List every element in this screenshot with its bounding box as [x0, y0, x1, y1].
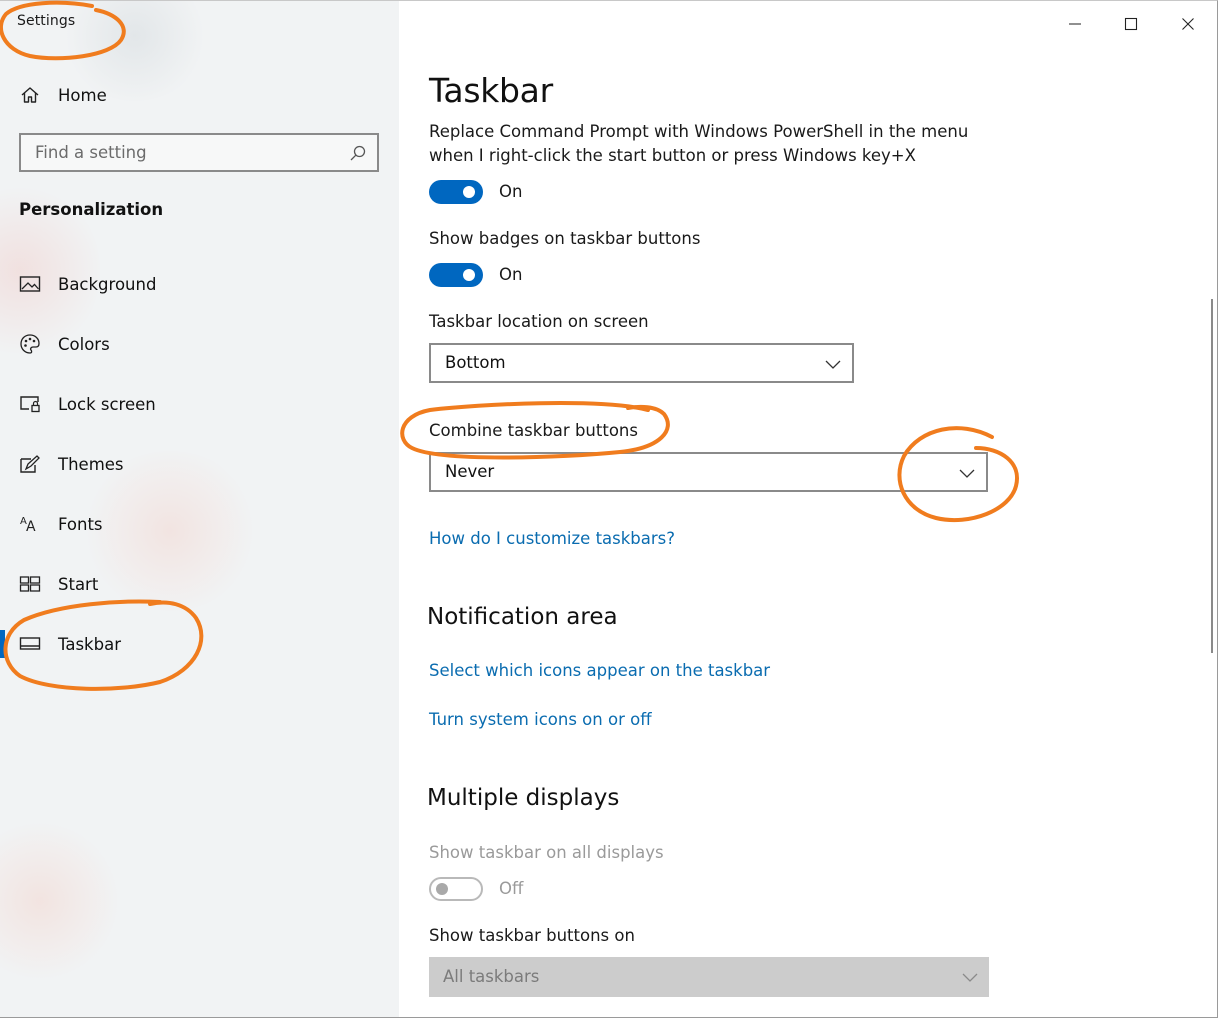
combine-label: Combine taskbar buttons — [429, 421, 638, 440]
home-icon — [19, 84, 41, 106]
sidebar-item-label: Colors — [58, 334, 110, 354]
section-heading: Personalization — [19, 200, 164, 219]
all-displays-toggle[interactable] — [429, 877, 483, 901]
search-box[interactable] — [19, 133, 379, 172]
palette-icon — [19, 333, 41, 355]
close-icon — [1182, 18, 1194, 30]
badges-state: On — [499, 265, 523, 284]
badges-toggle[interactable] — [429, 263, 483, 287]
sidebar-item-label: Start — [58, 574, 99, 594]
chevron-down-icon — [962, 973, 978, 982]
all-displays-state: Off — [499, 879, 524, 898]
buttons-on-value: All taskbars — [443, 967, 540, 986]
combine-value: Never — [445, 462, 495, 481]
sidebar-item-label: Fonts — [58, 514, 103, 534]
sidebar-item-label: Lock screen — [58, 394, 156, 414]
minimize-button[interactable] — [1055, 9, 1095, 39]
powershell-toggle[interactable] — [429, 180, 483, 204]
search-input[interactable] — [21, 135, 355, 170]
sidebar-item-label: Taskbar — [58, 634, 121, 654]
powershell-state: On — [499, 182, 523, 201]
lock-screen-icon — [19, 393, 41, 415]
sidebar-item-lock-screen[interactable]: Lock screen — [0, 384, 399, 424]
chevron-down-icon — [959, 469, 975, 478]
picture-icon — [19, 273, 41, 295]
location-label: Taskbar location on screen — [429, 312, 649, 331]
sidebar-item-start[interactable]: Start — [0, 564, 399, 604]
buttons-on-dropdown[interactable]: All taskbars — [429, 957, 989, 997]
acrylic-blur — [0, 821, 120, 981]
close-button[interactable] — [1168, 9, 1208, 39]
settings-window: Settings Home Personalization Background — [0, 0, 1218, 1018]
sidebar-item-home[interactable]: Home — [0, 79, 399, 111]
sidebar-item-label: Home — [58, 85, 107, 105]
notification-area-heading: Notification area — [427, 604, 618, 630]
customize-taskbars-link[interactable]: How do I customize taskbars? — [429, 529, 675, 548]
sidebar-item-colors[interactable]: Colors — [0, 324, 399, 364]
chevron-down-icon — [825, 360, 841, 369]
multiple-displays-heading: Multiple displays — [427, 785, 620, 811]
maximize-button[interactable] — [1111, 9, 1151, 39]
select-icons-link[interactable]: Select which icons appear on the taskbar — [429, 661, 770, 680]
svg-text:A: A — [26, 519, 36, 534]
sidebar-item-taskbar[interactable]: Taskbar — [0, 624, 399, 664]
powershell-label-line2: when I right-click the start button or p… — [429, 146, 916, 165]
badges-label: Show badges on taskbar buttons — [429, 229, 701, 248]
themes-icon — [19, 453, 41, 475]
scrollbar[interactable] — [1211, 299, 1213, 653]
search-icon[interactable] — [349, 144, 367, 162]
all-displays-label: Show taskbar on all displays — [429, 843, 664, 862]
start-icon — [19, 573, 41, 595]
sidebar-item-themes[interactable]: Themes — [0, 444, 399, 484]
maximize-icon — [1124, 17, 1138, 31]
toggle-knob — [436, 883, 448, 895]
main-content: Taskbar Replace Command Prompt with Wind… — [399, 1, 1217, 1017]
buttons-on-label: Show taskbar buttons on — [429, 926, 635, 945]
toggle-knob — [463, 269, 475, 281]
system-icons-link[interactable]: Turn system icons on or off — [429, 710, 652, 729]
fonts-icon: AA — [19, 513, 41, 535]
powershell-label-line1: Replace Command Prompt with Windows Powe… — [429, 122, 969, 141]
sidebar: Settings Home Personalization Background — [0, 1, 399, 1017]
sidebar-item-fonts[interactable]: AA Fonts — [0, 504, 399, 544]
taskbar-icon — [19, 633, 41, 655]
toggle-knob — [463, 186, 475, 198]
sidebar-item-background[interactable]: Background — [0, 264, 399, 304]
combine-dropdown[interactable]: Never — [429, 452, 988, 492]
sidebar-item-label: Themes — [58, 454, 124, 474]
location-dropdown[interactable]: Bottom — [429, 343, 854, 383]
page-title: Taskbar — [429, 71, 553, 110]
window-title: Settings — [17, 13, 76, 29]
location-value: Bottom — [445, 353, 506, 372]
minimize-icon — [1069, 23, 1081, 25]
sidebar-item-label: Background — [58, 274, 157, 294]
